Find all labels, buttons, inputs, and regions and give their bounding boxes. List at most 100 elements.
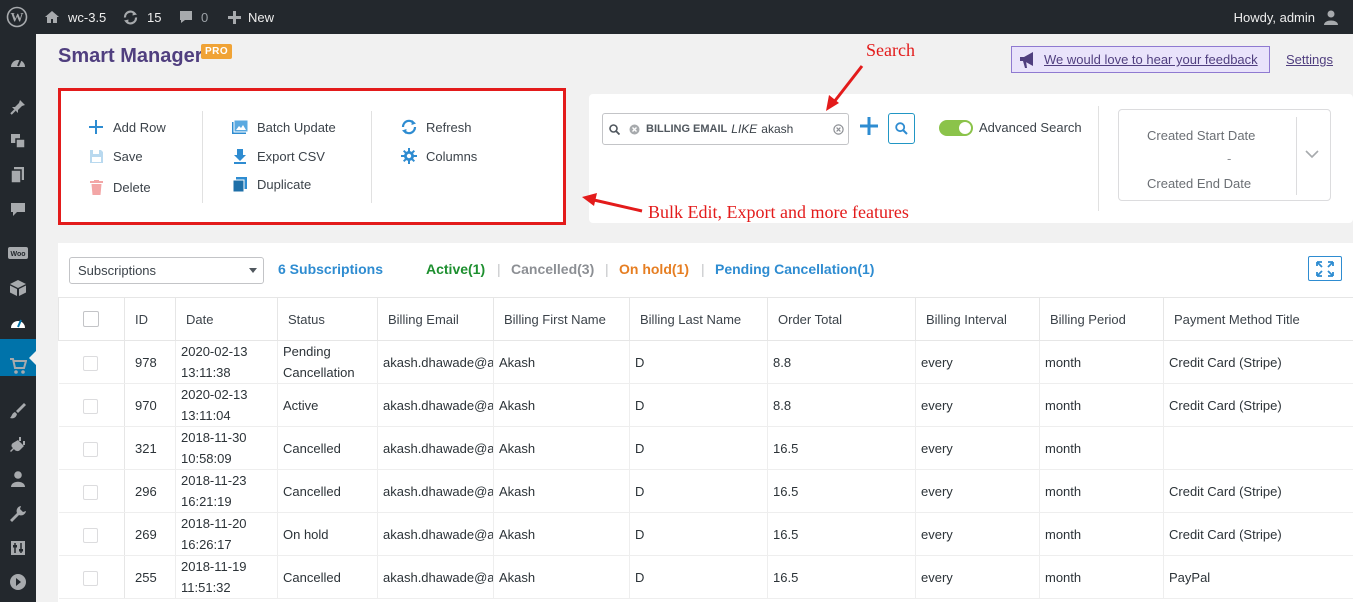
cell-billing-period[interactable]: month (1039, 469, 1164, 513)
smart-manager-gauge-icon[interactable] (8, 313, 28, 333)
comments-link[interactable]: 0 (178, 0, 208, 34)
cell-billing-last-name[interactable]: D (629, 340, 768, 384)
duplicate-button[interactable]: Duplicate (231, 175, 311, 193)
cell-billing-interval[interactable]: every (915, 512, 1040, 556)
cell-status[interactable]: On hold (277, 512, 378, 556)
cell-billing-period[interactable]: month (1039, 512, 1164, 556)
new-content-link[interactable]: New (228, 0, 274, 34)
select-all-header[interactable] (58, 297, 125, 341)
cell-id[interactable]: 978 (124, 340, 176, 384)
dashboard-select[interactable]: Subscriptions (69, 257, 264, 284)
row-checkbox[interactable] (82, 441, 98, 457)
cell-billing-email[interactable]: akash.dhawade@a (377, 383, 494, 427)
cell-order-total[interactable]: 16.5 (767, 469, 916, 513)
cell-billing-last-name[interactable]: D (629, 469, 768, 513)
cell-payment-method[interactable]: PayPal (1163, 555, 1353, 599)
filter-cancelled[interactable]: Cancelled(3) (511, 261, 594, 277)
tools-wrench-icon[interactable] (8, 504, 28, 524)
cell-payment-method[interactable]: Credit Card (Stripe) (1163, 469, 1353, 513)
row-checkbox[interactable] (82, 484, 98, 500)
fullscreen-button[interactable] (1308, 256, 1342, 281)
pages-icon[interactable] (8, 165, 28, 185)
cell-billing-email[interactable]: akash.dhawade@a (377, 512, 494, 556)
cell-billing-email[interactable]: akash.dhawade@a (377, 426, 494, 470)
cell-status[interactable]: Active (277, 383, 378, 427)
cell-date[interactable]: 2018-11-23 16:21:19 (175, 469, 278, 513)
cell-billing-last-name[interactable]: D (629, 555, 768, 599)
cell-date[interactable]: 2020-02-13 13:11:38 (175, 340, 278, 384)
cell-date[interactable]: 2018-11-30 10:58:09 (175, 426, 278, 470)
cell-billing-period[interactable]: month (1039, 426, 1164, 470)
cell-date[interactable]: 2020-02-13 13:11:04 (175, 383, 278, 427)
cell-billing-interval[interactable]: every (915, 383, 1040, 427)
created-end-date[interactable]: Created End Date (1147, 176, 1251, 191)
table-row[interactable]: 978 2020-02-13 13:11:38 Pending Cancellatio… (58, 340, 1353, 384)
columns-button[interactable]: Columns (400, 147, 477, 165)
select-all-checkbox[interactable] (83, 311, 99, 328)
cell-billing-last-name[interactable]: D (629, 383, 768, 427)
row-checkbox[interactable] (82, 398, 98, 414)
cell-billing-first-name[interactable]: Akash (493, 340, 630, 384)
settings-link[interactable]: Settings (1286, 52, 1333, 67)
advanced-search-toggle[interactable] (939, 120, 973, 136)
cell-billing-email[interactable]: akash.dhawade@a (377, 469, 494, 513)
cell-billing-period[interactable]: month (1039, 383, 1164, 427)
cart-icon[interactable] (8, 356, 28, 376)
column-header[interactable]: Billing Last Name (629, 297, 768, 341)
cell-billing-last-name[interactable]: D (629, 512, 768, 556)
column-header[interactable]: Payment Method Title (1163, 297, 1353, 341)
site-home-link[interactable]: wc-3.5 (44, 0, 106, 34)
cell-id[interactable]: 255 (124, 555, 176, 599)
remove-condition-icon[interactable] (629, 124, 640, 135)
cell-status[interactable]: Cancelled (277, 426, 378, 470)
delete-button[interactable]: Delete (87, 178, 151, 196)
cell-id[interactable]: 269 (124, 512, 176, 556)
column-header[interactable]: ID (124, 297, 176, 341)
column-header[interactable]: Billing First Name (493, 297, 630, 341)
products-icon[interactable] (8, 278, 28, 298)
collapse-menu-icon[interactable] (8, 572, 28, 592)
save-button[interactable]: Save (87, 147, 143, 165)
user-account-menu[interactable]: Howdy, admin (1234, 0, 1339, 34)
column-header[interactable]: Date (175, 297, 278, 341)
chevron-down-icon[interactable] (1305, 150, 1319, 159)
cell-billing-interval[interactable]: every (915, 555, 1040, 599)
cell-billing-first-name[interactable]: Akash (493, 383, 630, 427)
cell-billing-email[interactable]: akash.dhawade@a (377, 340, 494, 384)
comments-menu-icon[interactable] (8, 199, 28, 219)
row-select-cell[interactable] (58, 555, 125, 599)
add-row-button[interactable]: Add Row (87, 118, 166, 136)
cell-status[interactable]: Pending Cancellation (277, 340, 378, 384)
cell-order-total[interactable]: 16.5 (767, 512, 916, 556)
row-select-cell[interactable] (58, 426, 125, 470)
cell-billing-email[interactable]: akash.dhawade@a (377, 555, 494, 599)
cell-billing-interval[interactable]: every (915, 469, 1040, 513)
cell-billing-first-name[interactable]: Akash (493, 469, 630, 513)
cell-id[interactable]: 321 (124, 426, 176, 470)
row-select-cell[interactable] (58, 383, 125, 427)
batch-update-button[interactable]: Batch Update (231, 118, 336, 136)
media-icon[interactable] (8, 131, 28, 151)
cell-status[interactable]: Cancelled (277, 469, 378, 513)
cell-order-total[interactable]: 16.5 (767, 426, 916, 470)
cell-payment-method[interactable] (1163, 426, 1353, 470)
cell-billing-period[interactable]: month (1039, 555, 1164, 599)
refresh-button[interactable]: Refresh (400, 118, 472, 136)
cell-billing-last-name[interactable]: D (629, 426, 768, 470)
cell-date[interactable]: 2018-11-20 16:26:17 (175, 512, 278, 556)
settings-sliders-icon[interactable] (8, 538, 28, 558)
cell-date[interactable]: 2018-11-19 11:51:32 (175, 555, 278, 599)
row-select-cell[interactable] (58, 512, 125, 556)
filter-pending-cancellation[interactable]: Pending Cancellation(1) (715, 261, 874, 277)
cell-order-total[interactable]: 8.8 (767, 340, 916, 384)
feedback-link[interactable]: We would love to hear your feedback (1011, 46, 1270, 73)
cell-order-total[interactable]: 8.8 (767, 383, 916, 427)
cell-order-total[interactable]: 16.5 (767, 555, 916, 599)
users-icon[interactable] (8, 469, 28, 489)
cell-billing-first-name[interactable]: Akash (493, 426, 630, 470)
table-row[interactable]: 970 2020-02-13 13:11:04 Active akash.dhawade… (58, 383, 1353, 427)
dashboard-icon[interactable] (8, 52, 28, 72)
column-header[interactable]: Billing Email (377, 297, 494, 341)
date-range-filter[interactable]: Created Start Date - Created End Date (1118, 109, 1331, 201)
row-checkbox[interactable] (82, 570, 98, 586)
